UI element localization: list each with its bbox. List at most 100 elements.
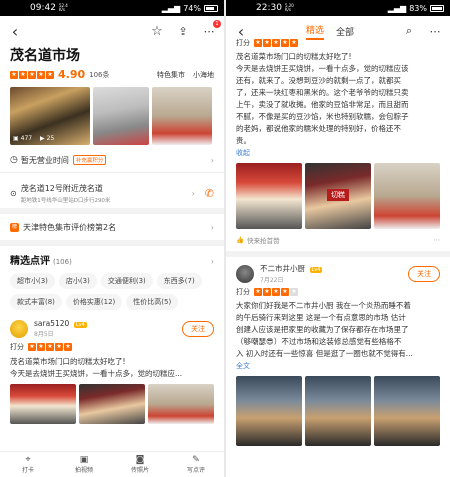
status-bar: 22:30 5.20 K/s ▂▄▆ 83% xyxy=(226,0,450,16)
full-text-link[interactable]: 全文 xyxy=(236,361,440,371)
video-icon: ▣ xyxy=(79,455,89,465)
phone-icon[interactable]: ✆ xyxy=(205,187,214,200)
rating-stars: ★ ★ ★ ★ ★ xyxy=(10,70,54,79)
avatar[interactable] xyxy=(236,264,254,283)
business-hours-row[interactable]: ◷ 暂无营业时间 补充赢积分 › xyxy=(10,153,214,167)
battery-icon xyxy=(204,4,218,12)
review-text-line: 还有，就来了。没想到豆沙的就剩一点了，就都买 xyxy=(236,76,401,85)
review-text-line: 今天是去烧饼王买烧饼，一看十点多，觉的切糕应该 xyxy=(236,64,409,73)
address-row[interactable]: ⊙ 茂名道12号附近茂名道 距地铁1号线华山里站D口步行290米 › ✆ xyxy=(0,178,224,208)
location-icon: ⊙ xyxy=(10,188,17,198)
review-date: 8月5日 xyxy=(34,331,54,338)
review-photo[interactable] xyxy=(305,376,371,446)
review-username[interactable]: sara5120 xyxy=(34,319,69,328)
review-count: 106条 xyxy=(89,70,110,79)
status-time: 22:30 xyxy=(256,3,282,13)
review-text-line: 了，还来一块红枣和黑米的。这个老爷爷的切糕只卖 xyxy=(236,88,409,97)
star-icon: ★ xyxy=(281,288,289,296)
signal-icon: ▂▄▆ xyxy=(161,3,181,13)
user-level-badge: Lv4 xyxy=(309,267,323,273)
shop-photo[interactable] xyxy=(152,87,212,145)
left-screen: 09:42 52.4 K/s ▂▄▆ 74% ‹ ☆ ⇪ ⋯ 1 茂名道市场 ★ xyxy=(0,0,224,477)
tab-all[interactable]: 全部 xyxy=(336,25,354,38)
signal-icon: ▂▄▆ xyxy=(387,3,407,13)
shop-photo[interactable]: ▣ 477 ▶ 25 xyxy=(10,87,90,145)
review-stars: ★ ★ ★ ★ ★ xyxy=(28,343,72,351)
ranking-row[interactable]: 榜 天津特色集市评价榜第2名 › xyxy=(0,214,224,240)
review-photo[interactable]: 切糕 xyxy=(305,163,371,229)
star-icon: ★ xyxy=(37,70,45,79)
chevron-right-icon[interactable]: › xyxy=(211,257,214,266)
shop-photo[interactable] xyxy=(93,87,149,145)
review-text-line: 不腻，不像是买的豆沙馅，米也特别软糯，会包粽子 xyxy=(236,112,409,121)
net-speed: 52.4 K/s xyxy=(58,3,68,12)
tab-featured[interactable]: 精选 xyxy=(306,23,325,40)
review-tag[interactable]: 性价比高(5) xyxy=(126,294,179,310)
collapse-link[interactable]: 收起 xyxy=(236,148,440,158)
review-photo[interactable] xyxy=(236,376,302,446)
more-icon[interactable]: ⋯ 1 xyxy=(200,20,221,40)
photo-count: 477 xyxy=(20,135,33,142)
review-card-2: 不二市井小厨 Lv4 7月22日 关注 打分 ★ ★ ★ ★ ★ 大家你们好我是不二市井… xyxy=(226,257,450,446)
star-favorite-icon[interactable]: ☆ xyxy=(148,22,166,40)
review-tag[interactable]: 价格实惠(12) xyxy=(65,294,123,310)
star-icon: ★ xyxy=(19,70,27,79)
more-options-icon[interactable]: ⋯ xyxy=(434,236,441,244)
write-review-button[interactable]: ✎ 写点评 xyxy=(168,452,224,477)
star-icon: ★ xyxy=(28,70,36,79)
notification-badge: 1 xyxy=(213,20,221,28)
review-photo[interactable] xyxy=(10,384,76,424)
follow-button[interactable]: 关注 xyxy=(182,320,214,337)
review-body: 大家你们好我是不二市井小厨 我在一个炎热而睡不着 的午后骑行来到这里 这是一个有… xyxy=(236,300,440,360)
category-2: 小海地 xyxy=(193,70,214,79)
star-icon: ★ xyxy=(64,343,72,351)
review-text-line: 上午，卖没了就收摊。他家的豆馅非常足，而且甜而 xyxy=(236,100,409,109)
back-icon[interactable]: ‹ xyxy=(6,22,24,41)
battery-label: 83% xyxy=(409,3,427,13)
star-icon: ★ xyxy=(55,343,63,351)
checkin-button[interactable]: ⌖ 打卡 xyxy=(0,452,56,477)
reviews-title: 精选点评 xyxy=(10,256,50,267)
star-icon: ★ xyxy=(272,288,280,296)
bottom-action-bar: ⌖ 打卡 ▣ 拍视频 ◙ 传照片 ✎ 写点评 xyxy=(0,451,224,477)
chevron-right-icon: › xyxy=(210,155,214,165)
points-badge[interactable]: 补充赢积分 xyxy=(72,155,107,165)
map-pin-icon: ⌖ xyxy=(25,455,31,465)
review-tag[interactable]: 店小(3) xyxy=(58,273,97,289)
star-icon: ★ xyxy=(46,343,54,351)
video-icon: ▶ xyxy=(40,135,45,142)
review-photo[interactable] xyxy=(374,163,440,229)
thumbs-up-icon[interactable]: 👍 xyxy=(236,236,244,244)
status-bar: 09:42 52.4 K/s ▂▄▆ 74% xyxy=(0,0,224,16)
star-icon: ★ xyxy=(263,288,271,296)
search-icon[interactable]: ⌕ xyxy=(400,22,418,40)
review-text-line: 今天是去烧饼王买烧饼，一看十点多，觉的切糕应... xyxy=(10,369,183,378)
review-tag[interactable]: 超市小(3) xyxy=(10,273,55,289)
back-icon[interactable]: ‹ xyxy=(232,22,250,41)
ranking-text: 天津特色集市评价榜第2名 xyxy=(23,222,117,232)
review-photos xyxy=(236,376,440,446)
review-tag[interactable]: 款式丰富(8) xyxy=(10,294,62,310)
review-tag[interactable]: 东西多(7) xyxy=(156,273,202,289)
review-stars: ★ ★ ★ ★ ★ xyxy=(254,288,298,296)
review-tag[interactable]: 交通便利(3) xyxy=(100,273,153,289)
review-text-line: 贵。 xyxy=(236,136,251,145)
reviews-section: 精选点评 (106) › 超市小(3) 店小(3) 交通便利(3) 东西多(7) 款式丰… xyxy=(0,246,224,424)
review-text-line: 茂名道菜市场门口的切糕太好吃了! xyxy=(236,52,352,61)
follow-button[interactable]: 关注 xyxy=(408,265,440,282)
review-photo[interactable] xyxy=(374,376,440,446)
review-header: sara5120 Lv4 8月5日 关注 xyxy=(10,319,214,338)
star-icon: ★ xyxy=(37,343,45,351)
camera-icon: ◙ xyxy=(135,455,145,465)
more-icon[interactable]: ⋯ xyxy=(426,22,444,40)
upload-photo-button[interactable]: ◙ 传照片 xyxy=(112,452,168,477)
review-username[interactable]: 不二市井小厨 xyxy=(260,264,305,273)
avatar[interactable] xyxy=(10,319,28,338)
record-video-button[interactable]: ▣ 拍视频 xyxy=(56,452,112,477)
review-text-line: 茂名道菜市场门口的切糕太好吃了! xyxy=(10,357,126,366)
review-photo[interactable] xyxy=(148,384,214,424)
rating-value: 4.90 xyxy=(58,68,86,81)
share-icon[interactable]: ⇪ xyxy=(174,22,192,40)
review-photo[interactable] xyxy=(79,384,145,424)
review-photo[interactable] xyxy=(236,163,302,229)
